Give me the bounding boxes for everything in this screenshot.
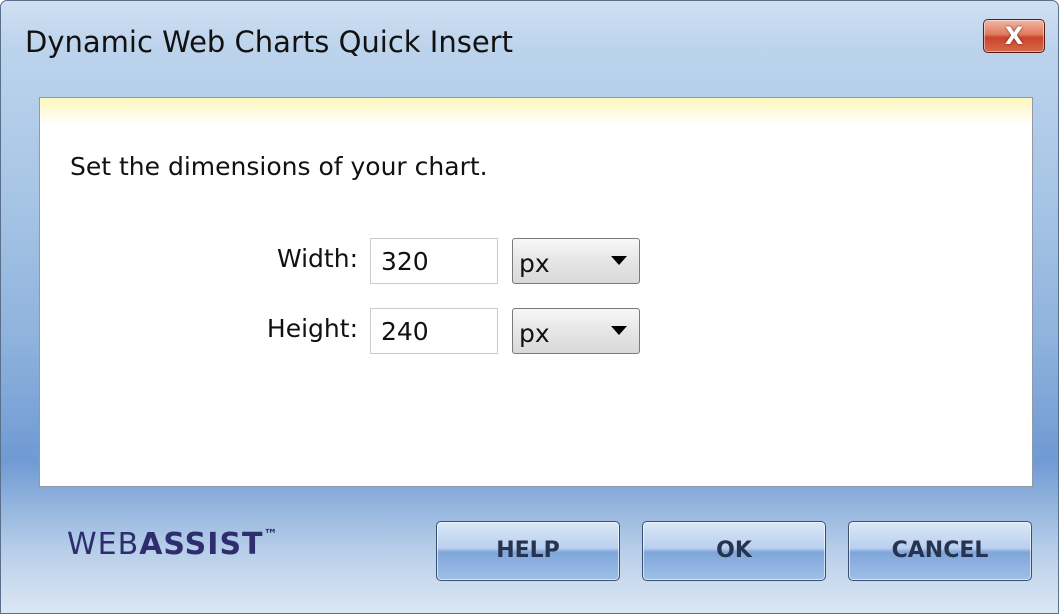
logo-text-bold: ASSIST bbox=[139, 527, 264, 562]
close-button[interactable]: X bbox=[983, 19, 1045, 53]
width-label: Width: bbox=[276, 244, 358, 273]
chevron-down-icon bbox=[611, 256, 627, 265]
chevron-down-icon bbox=[611, 326, 627, 335]
logo-trademark: ™ bbox=[263, 527, 279, 543]
webassist-logo: WEBASSIST™ bbox=[67, 527, 279, 562]
content-highlight-strip bbox=[40, 98, 1032, 124]
width-unit-select[interactable]: px bbox=[512, 238, 640, 284]
instruction-text: Set the dimensions of your chart. bbox=[70, 152, 488, 181]
dialog-window: Dynamic Web Charts Quick Insert X Set th… bbox=[0, 0, 1059, 614]
height-label: Height: bbox=[266, 314, 358, 343]
close-icon: X bbox=[1004, 22, 1024, 50]
height-input[interactable] bbox=[370, 308, 498, 354]
width-unit-value: px bbox=[519, 249, 550, 278]
width-input[interactable] bbox=[370, 238, 498, 284]
help-button-label: HELP bbox=[496, 538, 560, 563]
logo-text-light: WEB bbox=[67, 527, 140, 562]
help-button[interactable]: HELP bbox=[436, 521, 620, 581]
cancel-button[interactable]: CANCEL bbox=[848, 521, 1032, 581]
height-unit-value: px bbox=[519, 319, 550, 348]
height-unit-select[interactable]: px bbox=[512, 308, 640, 354]
ok-button[interactable]: OK bbox=[642, 521, 826, 581]
window-title: Dynamic Web Charts Quick Insert bbox=[25, 25, 513, 59]
content-panel: Set the dimensions of your chart. Width:… bbox=[39, 97, 1033, 487]
ok-button-label: OK bbox=[716, 538, 752, 563]
title-bar[interactable]: Dynamic Web Charts Quick Insert X bbox=[1, 1, 1058, 83]
cancel-button-label: CANCEL bbox=[891, 538, 989, 563]
